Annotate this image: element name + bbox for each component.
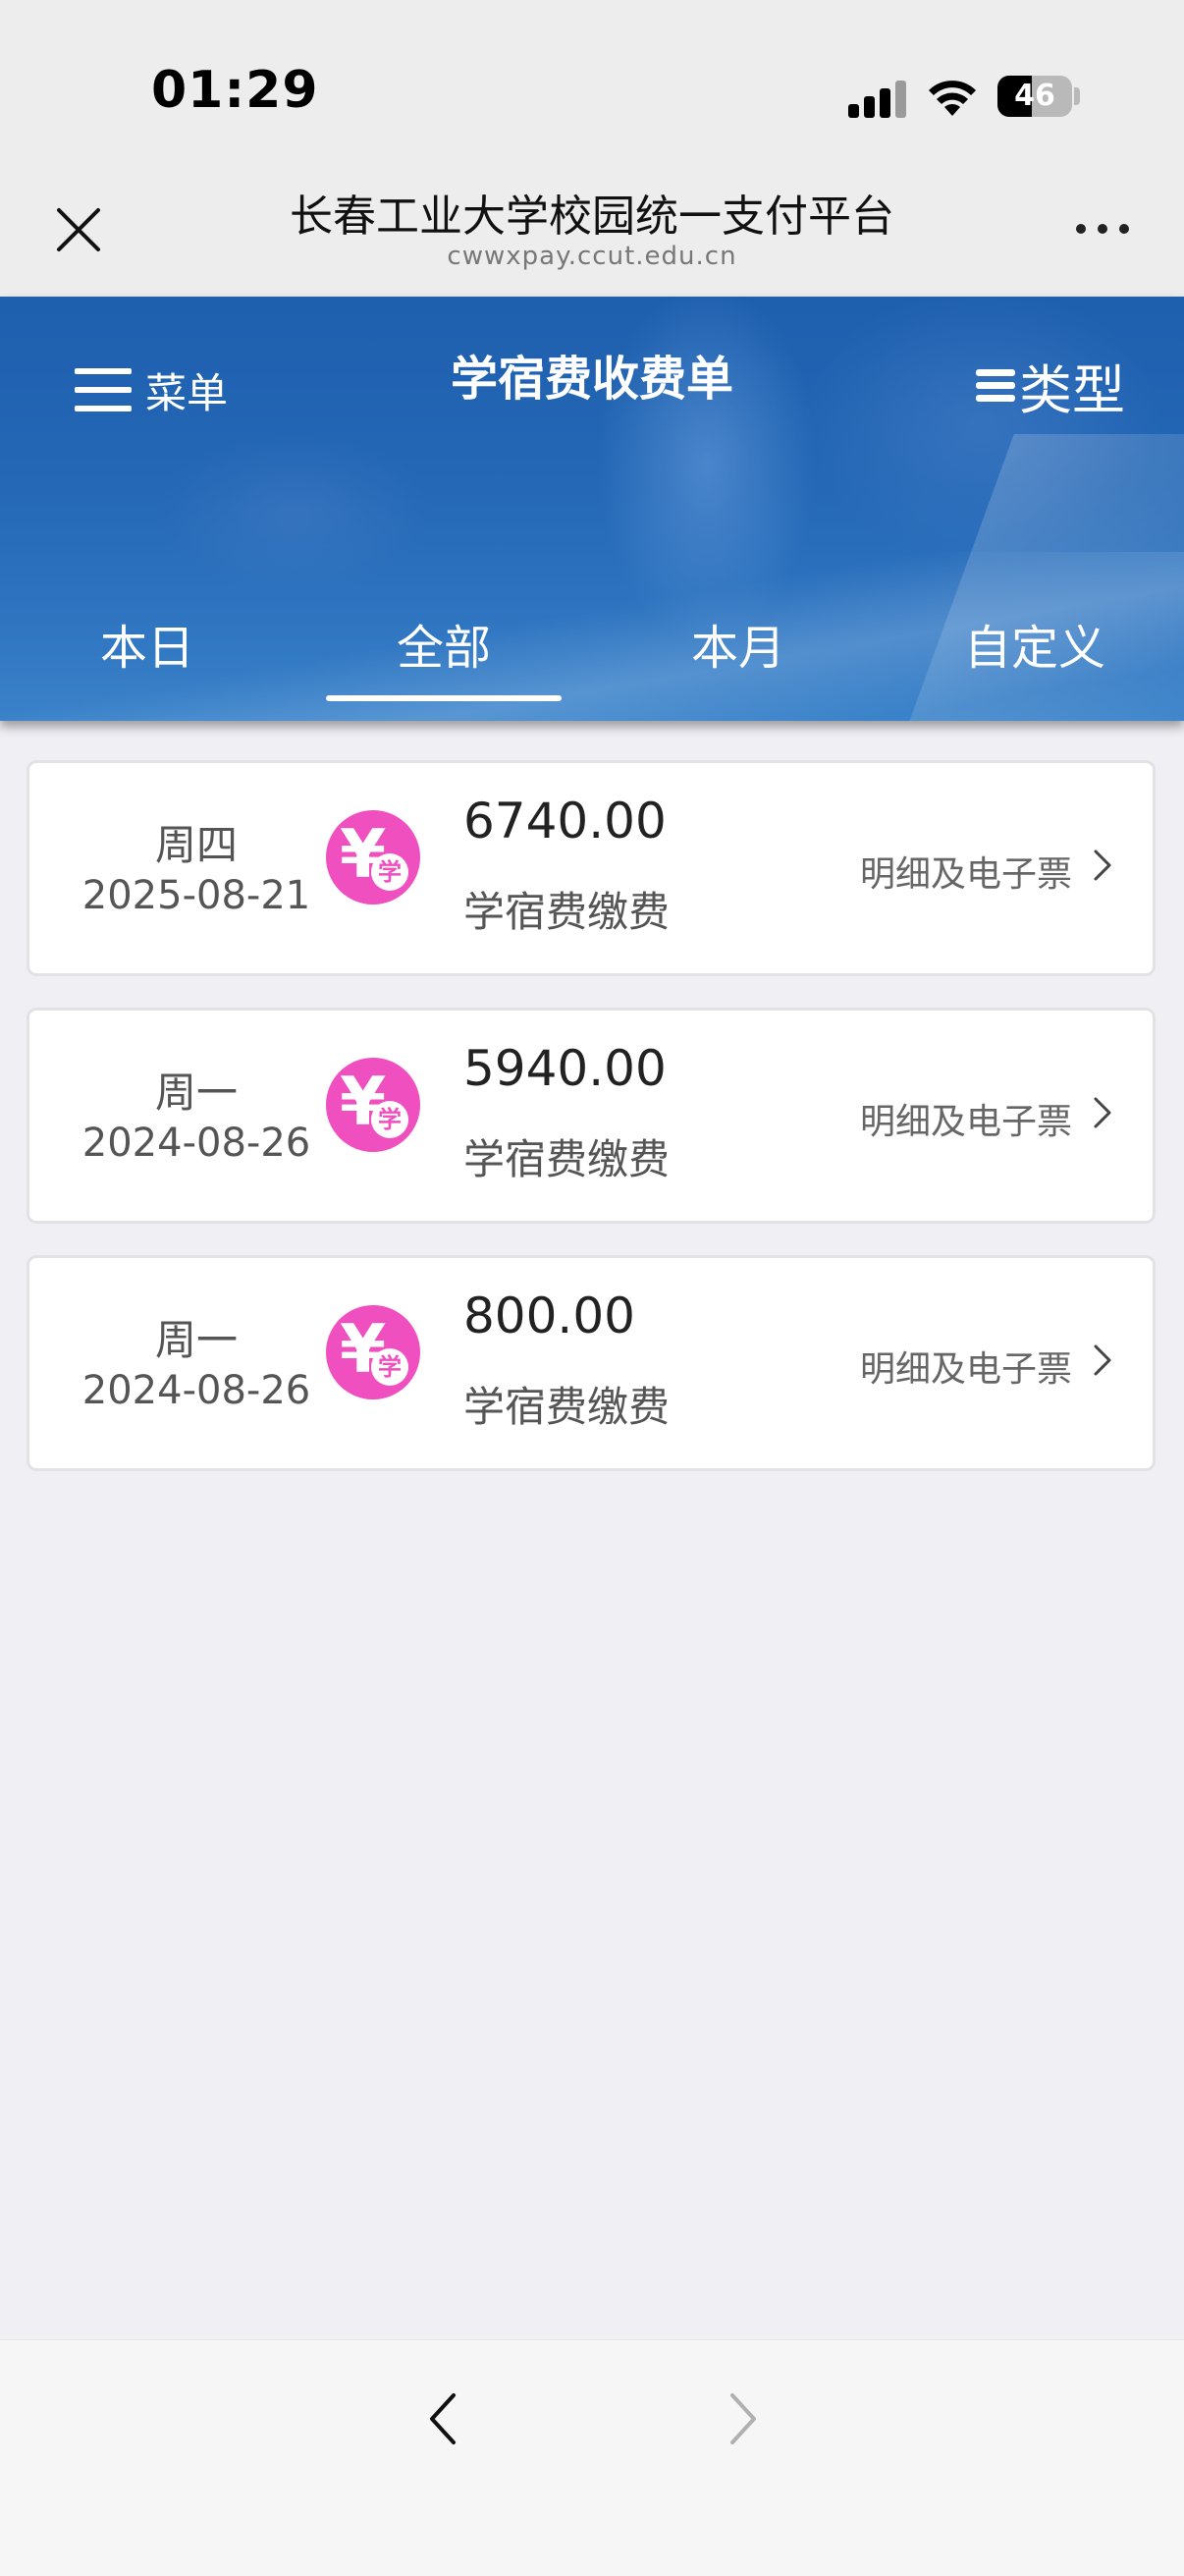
record-amount: 5940.00: [463, 1040, 667, 1097]
menu-button[interactable]: 菜单: [75, 357, 228, 422]
back-arrow-icon[interactable]: [424, 2389, 463, 2448]
battery-percent: 46: [1014, 79, 1055, 113]
close-icon[interactable]: [51, 202, 106, 257]
detail-link[interactable]: 明细及电子票: [860, 846, 1072, 897]
tab-this-month[interactable]: 本月: [620, 609, 856, 678]
hamburger-icon: [75, 368, 132, 411]
battery-icon: 46: [997, 76, 1072, 117]
header-banner: 菜单 学宿费收费单 类型 本日 全部 本月 自定义: [0, 297, 1184, 721]
record-type: 学宿费缴费: [463, 1135, 671, 1183]
tab-today[interactable]: 本日: [29, 609, 265, 678]
forward-arrow-icon[interactable]: [723, 2389, 762, 2448]
record-date: 2025-08-21: [81, 873, 311, 918]
chevron-right-icon[interactable]: [1090, 1093, 1115, 1132]
record-weekday: 周一: [154, 1316, 238, 1364]
xue-badge: 学: [371, 853, 408, 891]
tab-custom[interactable]: 自定义: [917, 609, 1153, 678]
record-date: 2024-08-26: [81, 1121, 311, 1166]
list-icon: [976, 367, 1015, 403]
menu-label: 菜单: [145, 368, 229, 417]
yen-payment-icon: ¥ 学: [326, 810, 420, 904]
active-tab-indicator: [326, 695, 562, 701]
payment-record[interactable]: 周一 2024-08-26 ¥ 学 800.00 学宿费缴费 明细及电子票: [27, 1255, 1156, 1471]
banner-title: 学宿费收费单: [450, 352, 733, 407]
browser-nav-bar: [0, 2339, 1184, 2576]
payment-record[interactable]: 周四 2025-08-21 ¥ 学 6740.00 学宿费缴费 明细及电子票: [27, 760, 1156, 976]
xue-badge: 学: [371, 1348, 408, 1386]
tab-all[interactable]: 全部: [326, 609, 562, 678]
battery-tip: [1074, 87, 1080, 105]
wifi-icon: [929, 81, 976, 116]
type-label: 类型: [1019, 358, 1125, 421]
chevron-right-icon[interactable]: [1090, 1341, 1115, 1380]
record-amount: 6740.00: [463, 793, 667, 850]
more-options-icon[interactable]: [1076, 224, 1131, 238]
record-amount: 800.00: [463, 1288, 635, 1344]
record-weekday: 周一: [154, 1069, 238, 1117]
payment-record[interactable]: 周一 2024-08-26 ¥ 学 5940.00 学宿费缴费 明细及电子票: [27, 1008, 1156, 1224]
detail-link[interactable]: 明细及电子票: [860, 1093, 1072, 1144]
yen-payment-icon: ¥ 学: [326, 1305, 420, 1399]
record-type: 学宿费缴费: [463, 1383, 671, 1431]
record-date: 2024-08-26: [81, 1368, 311, 1413]
page-title: 长春工业大学校园统一支付平台: [290, 192, 894, 242]
page-url: cwwxpay.ccut.edu.cn: [447, 242, 737, 271]
record-type: 学宿费缴费: [463, 888, 671, 936]
chevron-right-icon[interactable]: [1090, 846, 1115, 885]
yen-payment-icon: ¥ 学: [326, 1058, 420, 1152]
record-weekday: 周四: [154, 821, 238, 869]
type-filter-button[interactable]: 类型: [976, 346, 1125, 424]
status-time: 01:29: [151, 61, 319, 120]
detail-link[interactable]: 明细及电子票: [860, 1341, 1072, 1392]
cellular-signal-icon: [848, 79, 907, 118]
status-bar: 01:29 46: [0, 0, 1184, 167]
xue-badge: 学: [371, 1101, 408, 1138]
